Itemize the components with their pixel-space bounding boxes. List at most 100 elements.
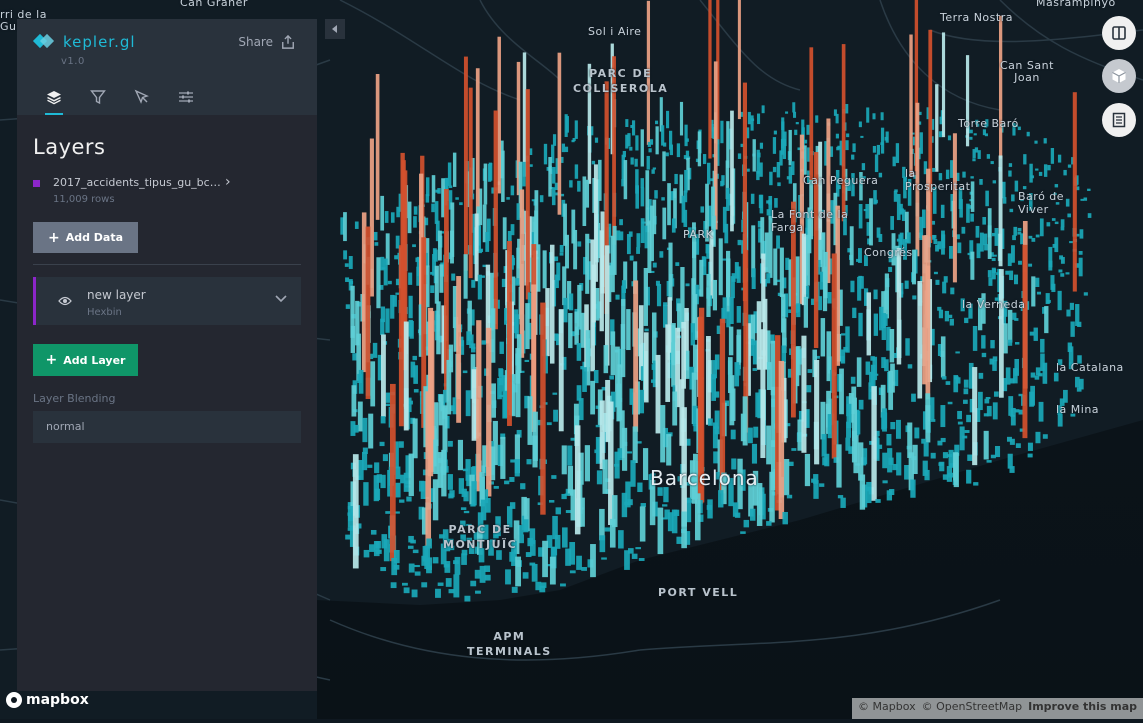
add-layer-label: Add Layer <box>63 353 126 367</box>
layer-name: new layer <box>87 288 146 302</box>
share-button[interactable]: Share <box>238 35 295 49</box>
hexbin-column <box>1076 387 1082 392</box>
hexbin-column <box>557 52 562 215</box>
hexbin-column <box>938 131 943 138</box>
hexbin-column <box>381 334 386 417</box>
hexbin-column <box>376 257 381 309</box>
hexbin-column <box>647 141 651 147</box>
hexbin-column <box>549 244 555 364</box>
hexbin-column <box>987 270 992 278</box>
hexbin-column <box>677 303 682 332</box>
hexbin-column <box>603 345 609 374</box>
hexbin-column <box>1063 169 1067 176</box>
hexbin-column <box>1035 431 1041 444</box>
hexbin-column <box>737 153 742 159</box>
hexbin-column <box>551 187 556 206</box>
hexbin-column <box>601 557 607 560</box>
hexbin-column <box>470 580 477 587</box>
hexbin-column <box>1011 194 1015 202</box>
hexbin-column <box>425 391 432 547</box>
dataset-item[interactable]: 2017_accidents_tipus_gu_bcn_… › 11,009 r… <box>33 174 301 212</box>
add-layer-button[interactable]: + Add Layer <box>33 344 138 376</box>
hexbin-column <box>875 499 881 503</box>
hexbin-column <box>1047 165 1051 171</box>
collapse-panel-button[interactable] <box>325 19 345 39</box>
hexbin-column <box>671 218 676 233</box>
hexbin-column <box>1027 442 1033 451</box>
hexbin-column <box>992 402 998 420</box>
mapbox-logo[interactable]: mapbox <box>6 692 89 708</box>
hexbin-column <box>880 112 884 121</box>
map-label-la-mina: la Mina <box>1056 403 1100 416</box>
hexbin-column <box>773 248 778 286</box>
hexbin-column <box>408 295 413 319</box>
hexbin-column <box>1008 170 1012 177</box>
hexbin-column <box>565 234 569 269</box>
hexbin-column <box>409 320 414 339</box>
hexbin-column <box>681 511 687 549</box>
map-label-terra-nostra: Terra Nostra <box>940 11 1013 24</box>
hexbin-column <box>942 452 948 459</box>
layer-blending-select[interactable]: normal <box>33 411 301 443</box>
hexbin-column <box>869 198 873 246</box>
legend-button[interactable] <box>1102 103 1136 137</box>
attribution-mapbox-link[interactable]: © Mapbox <box>858 700 916 719</box>
tab-layers[interactable] <box>39 79 69 115</box>
hexbin-column <box>1008 163 1013 167</box>
chevron-right-icon[interactable]: › <box>225 174 231 190</box>
hexbin-column <box>1013 226 1018 236</box>
chevron-down-icon[interactable] <box>275 295 287 303</box>
hexbin-column <box>375 74 380 220</box>
improve-map-link[interactable]: Improve this map <box>1028 700 1137 719</box>
hexbin-column <box>970 181 975 212</box>
hexbin-column <box>846 133 850 138</box>
hexbin-column <box>973 133 977 136</box>
hexbin-column <box>596 470 603 485</box>
hexbin-column <box>776 162 781 178</box>
tab-base-map[interactable] <box>171 79 201 115</box>
hexbin-column <box>406 496 412 502</box>
hexbin-column <box>889 329 895 363</box>
eye-icon[interactable] <box>58 296 72 306</box>
hexbin-column <box>1015 443 1021 448</box>
3d-view-button[interactable] <box>1102 59 1136 93</box>
hexbin-column <box>474 213 479 282</box>
hexbin-column <box>644 328 649 332</box>
hexbin-column <box>497 377 502 400</box>
attribution-osm-link[interactable]: © OpenStreetMap <box>922 700 1023 719</box>
hexbin-column <box>631 120 636 136</box>
hexbin-column <box>676 143 681 158</box>
add-data-button[interactable]: + Add Data <box>33 222 138 253</box>
hexbin-column <box>599 230 604 332</box>
hexbin-column <box>752 368 758 371</box>
hexbin-column <box>626 234 631 255</box>
hexbin-column <box>930 452 936 459</box>
hexbin-column <box>454 556 461 575</box>
layer-card[interactable]: new layer Hexbin <box>33 277 301 325</box>
hexbin-column <box>1042 362 1048 384</box>
hexbin-column <box>626 451 633 454</box>
hexbin-column <box>876 144 881 155</box>
hexbin-column <box>504 480 510 485</box>
hexbin-column <box>685 283 690 287</box>
map-label-baro-viver: Baró de Viver <box>1018 190 1065 216</box>
hexbin-column <box>849 226 854 266</box>
hexbin-column <box>525 552 532 558</box>
hexbin-column <box>413 365 418 384</box>
tab-filters[interactable] <box>83 79 113 115</box>
tab-interactions[interactable] <box>127 79 157 115</box>
hexbin-column <box>380 318 385 336</box>
hexbin-column <box>640 129 644 167</box>
hexbin-column <box>955 351 960 354</box>
hexbin-column <box>909 34 913 177</box>
hexbin-column <box>633 280 639 432</box>
split-map-button[interactable] <box>1102 16 1136 50</box>
hexbin-column <box>501 150 505 202</box>
hexbin-column <box>992 180 997 184</box>
hexbin-column <box>886 490 893 501</box>
hexbin-column <box>747 427 753 444</box>
hexbin-column <box>769 171 773 186</box>
hexbin-column <box>582 176 587 227</box>
hexbin-column <box>917 280 923 399</box>
hexbin-column <box>539 585 546 593</box>
